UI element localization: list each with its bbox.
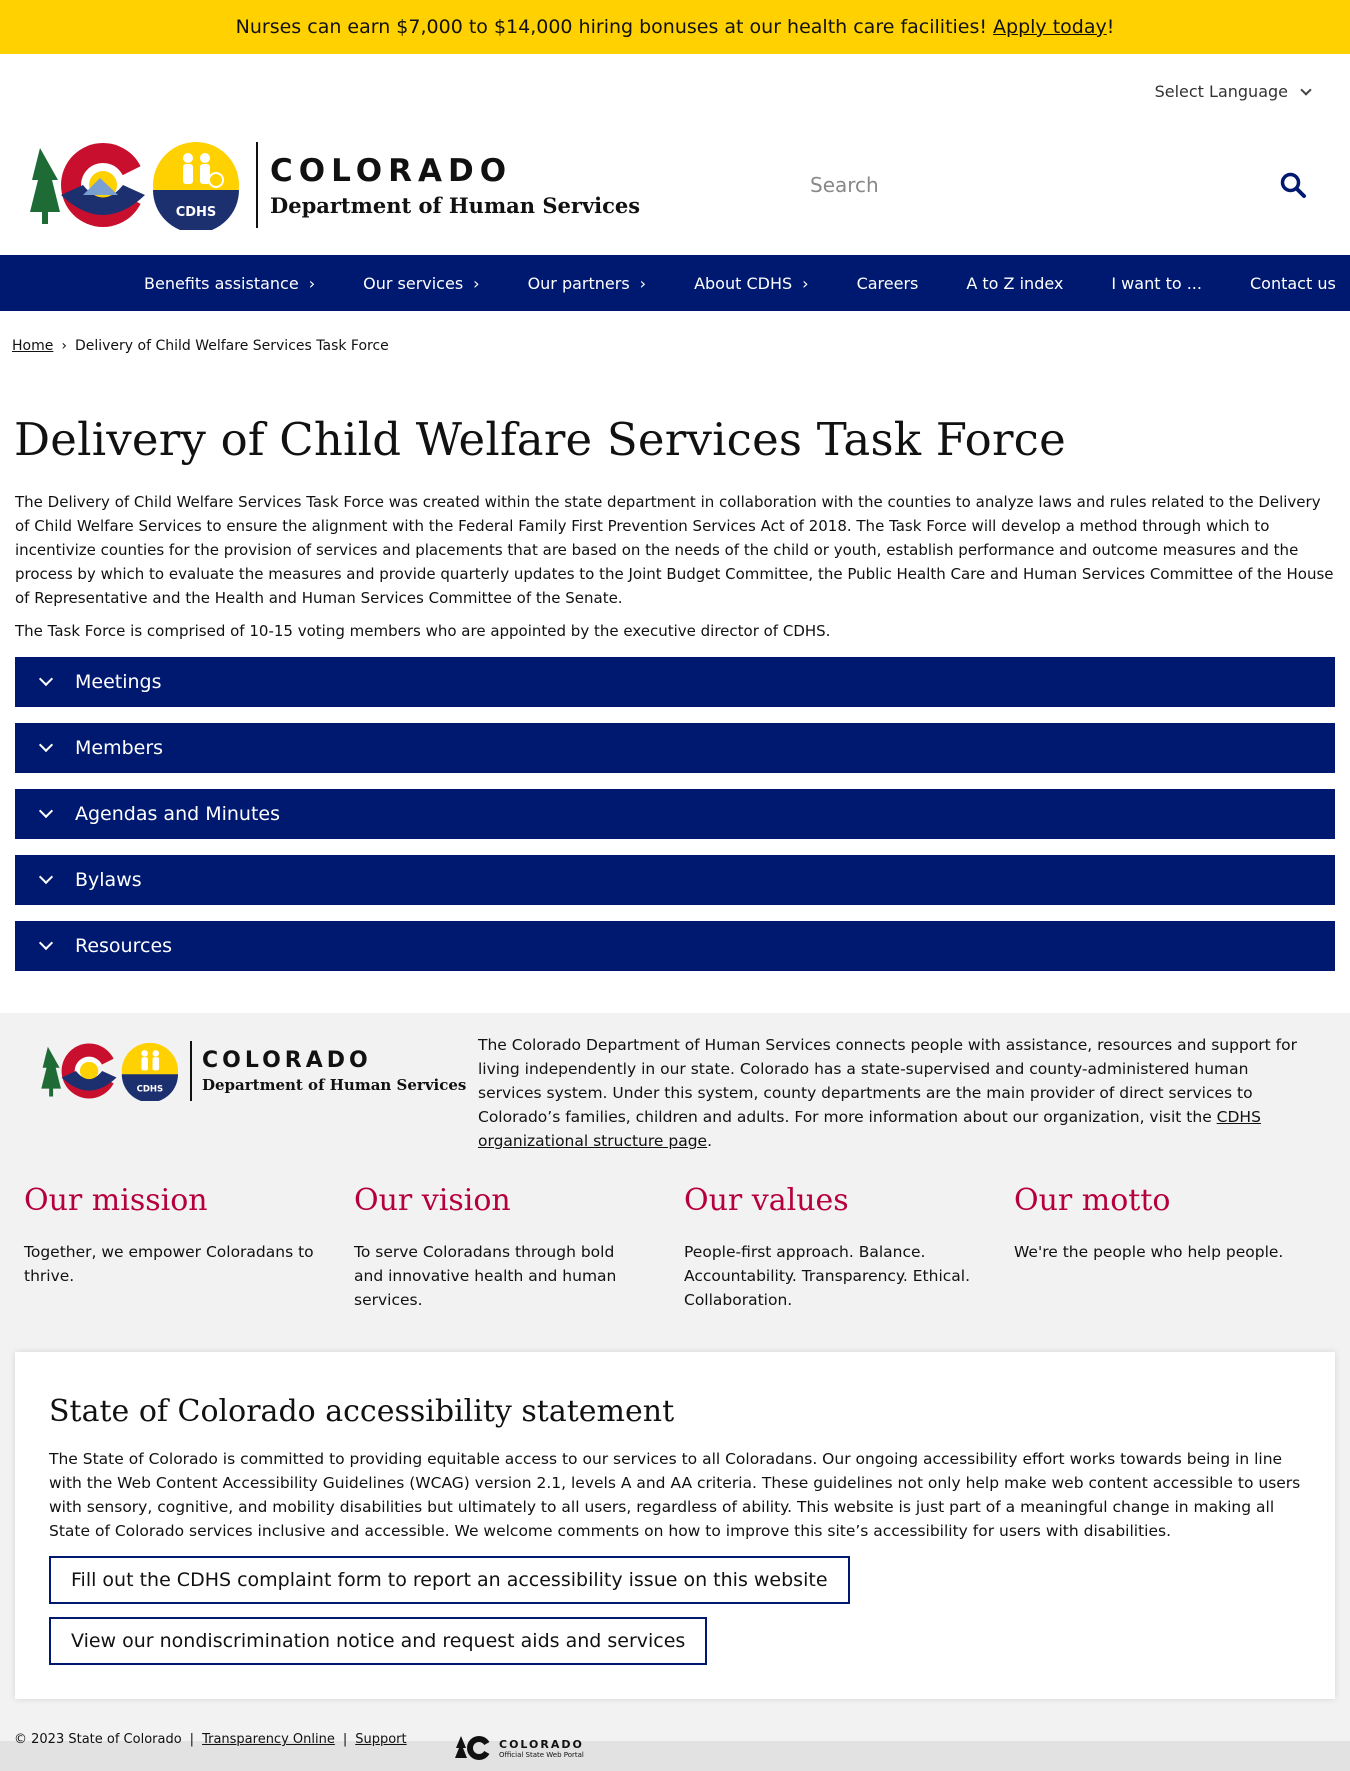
search-bar — [810, 165, 1310, 205]
breadcrumb-home-link[interactable]: Home — [12, 338, 53, 354]
accessibility-title: State of Colorado accessibility statemen… — [49, 1394, 675, 1429]
pillar-text: People-first approach. Balance. Accounta… — [684, 1243, 971, 1309]
pillar-text: To serve Coloradans through bold and inn… — [354, 1243, 617, 1309]
colorado-c-logo-icon: CDHS — [41, 1042, 179, 1101]
nav-item-our-services[interactable]: Our services › — [363, 274, 479, 293]
search-input[interactable] — [810, 173, 1276, 197]
link-separator: | — [342, 1732, 348, 1747]
pillar-title: Our values — [684, 1183, 849, 1218]
pillar-title: Our motto — [1014, 1183, 1171, 1218]
chevron-down-icon — [1300, 83, 1312, 96]
pillar-vision: Our vision To serve Coloradans through b… — [354, 1183, 644, 1312]
pillar-text: We're the people who help people. — [1014, 1243, 1284, 1261]
language-select[interactable]: Select Language — [1154, 82, 1312, 101]
chevron-down-icon — [38, 737, 54, 753]
nav-item-contact-us[interactable]: Contact us — [1250, 274, 1336, 293]
logo-dept-name: Department of Human Services — [270, 192, 641, 218]
cdhs-badge-text: CDHS — [137, 1084, 164, 1094]
alert-text: Nurses can earn $7,000 to $14,000 hiring… — [235, 16, 988, 38]
alert-suffix: ! — [1106, 16, 1115, 38]
colorado-c-logo-icon: CDHS — [30, 142, 239, 230]
state-portal-logo[interactable]: COLORADO Official State Web Portal — [455, 1734, 584, 1762]
breadcrumb: Home › Delivery of Child Welfare Service… — [12, 338, 389, 354]
accordion-agendas-minutes[interactable]: Agendas and Minutes — [15, 789, 1335, 839]
bottom-links: © 2023 State of Colorado | Transparency … — [14, 1732, 407, 1747]
nondiscrimination-button[interactable]: View our nondiscrimination notice and re… — [49, 1617, 708, 1665]
nav-item-our-partners[interactable]: Our partners › — [528, 274, 647, 293]
breadcrumb-current: Delivery of Child Welfare Services Task … — [74, 338, 389, 354]
nav-item-careers[interactable]: Careers — [857, 274, 919, 293]
accessibility-statement: State of Colorado accessibility statemen… — [15, 1352, 1335, 1699]
footer-about-text: The Colorado Department of Human Service… — [478, 1036, 1297, 1150]
logo-divider — [256, 142, 258, 228]
pillar-mission: Our mission Together, we empower Colorad… — [24, 1183, 314, 1288]
alert-banner: Nurses can earn $7,000 to $14,000 hiring… — [0, 0, 1350, 54]
pillar-text: Together, we empower Coloradans to thriv… — [24, 1243, 314, 1285]
complaint-form-button[interactable]: Fill out the CDHS complaint form to repo… — [49, 1556, 850, 1604]
nav-item-i-want-to[interactable]: I want to ... — [1111, 274, 1202, 293]
footer-logo-dept: Department of Human Services — [202, 1076, 467, 1094]
language-label: Select Language — [1154, 82, 1288, 101]
membership-paragraph: The Task Force is comprised of 10-15 vot… — [15, 622, 831, 640]
copyright-text: © 2023 State of Colorado — [14, 1732, 182, 1747]
support-link[interactable]: Support — [355, 1732, 406, 1747]
chevron-right-icon: › — [639, 273, 647, 293]
accordion-meetings[interactable]: Meetings — [15, 657, 1335, 707]
search-icon — [1280, 172, 1306, 198]
accordion-members[interactable]: Members — [15, 723, 1335, 773]
apply-today-link[interactable]: Apply today — [993, 16, 1107, 38]
chevron-right-icon: › — [802, 273, 809, 293]
accessibility-text: The State of Colorado is committed to pr… — [49, 1450, 1301, 1540]
accordion-bylaws[interactable]: Bylaws — [15, 855, 1335, 905]
pillar-title: Our mission — [24, 1183, 208, 1218]
portal-subtitle: Official State Web Portal — [499, 1750, 584, 1759]
breadcrumb-separator: › — [61, 338, 67, 354]
nav-item-benefits-assistance[interactable]: Benefits assistance › — [144, 274, 315, 293]
cdhs-badge-text: CDHS — [176, 205, 217, 220]
pillar-motto: Our motto We're the people who help peop… — [1014, 1183, 1304, 1264]
transparency-online-link[interactable]: Transparency Online — [202, 1732, 335, 1747]
pillar-values: Our values People-first approach. Balanc… — [684, 1183, 974, 1312]
accordion-resources[interactable]: Resources — [15, 921, 1335, 971]
chevron-down-icon — [38, 935, 54, 951]
page-title: Delivery of Child Welfare Services Task … — [14, 413, 1066, 466]
chevron-down-icon — [38, 803, 54, 819]
logo-divider — [190, 1041, 192, 1101]
intro-paragraph: The Delivery of Child Welfare Services T… — [15, 493, 1334, 607]
chevron-right-icon: › — [308, 273, 316, 293]
colorado-c-logo-icon — [455, 1736, 493, 1760]
logo-state-name: COLORADO — [270, 152, 513, 189]
chevron-down-icon — [38, 869, 54, 885]
search-button[interactable] — [1276, 168, 1310, 202]
link-separator: | — [189, 1732, 195, 1747]
nav-item-a-to-z-index[interactable]: A to Z index — [966, 274, 1063, 293]
portal-title: COLORADO — [499, 1737, 584, 1751]
main-nav: Benefits assistance › Our services › Our p… — [0, 255, 1350, 311]
footer-logo-state: COLORADO — [202, 1048, 372, 1073]
nav-item-about-cdhs[interactable]: About CDHS › — [694, 274, 808, 293]
chevron-right-icon: › — [473, 273, 480, 293]
footer-logo[interactable]: CDHS COLORADO Department of Human Servic… — [40, 1041, 466, 1101]
site-logo[interactable]: CDHS COLORADO Department of Human Servic… — [28, 140, 640, 230]
chevron-down-icon — [38, 671, 54, 687]
pillar-title: Our vision — [354, 1183, 511, 1218]
